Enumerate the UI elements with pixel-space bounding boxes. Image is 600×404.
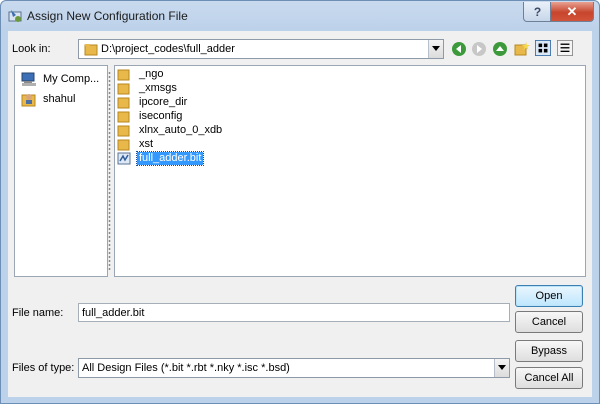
places-sidebar: My Comp... shahul: [14, 65, 108, 277]
back-icon[interactable]: [451, 41, 467, 57]
chevron-down-icon: [432, 46, 440, 51]
place-my-computer[interactable]: My Comp...: [21, 70, 99, 88]
user-folder-icon: [21, 94, 36, 107]
file-name: _xmsgs: [139, 82, 177, 94]
bypass-button-label: Bypass: [530, 345, 568, 357]
dialog-window: Assign New Configuration File ? ✕ Look i…: [0, 0, 600, 404]
file-name: xlnx_auto_0_xdb: [139, 124, 223, 136]
open-button[interactable]: Open: [515, 285, 583, 307]
look-in-dropdown-button[interactable]: [428, 40, 443, 58]
files-of-type-dropdown-button[interactable]: [494, 359, 509, 377]
forward-icon[interactable]: [471, 41, 487, 57]
cancel-all-button-label: Cancel All: [524, 372, 574, 384]
dialog-body: Look in: D:\project_codes\full_adder My …: [8, 31, 592, 397]
files-of-type-combo[interactable]: All Design Files (*.bit *.rbt *.nky *.is…: [78, 358, 510, 378]
look-in-label: Look in:: [12, 43, 51, 55]
list-item[interactable]: xlnx_auto_0_xdb: [117, 124, 224, 137]
file-list: _ngo _xmsgs ipcore_dir iseconfig xlnx_au…: [114, 65, 586, 277]
files-of-type-value: All Design Files (*.bit *.rbt *.nky *.is…: [82, 362, 290, 374]
folder-icon: [84, 44, 98, 56]
list-item[interactable]: _xmsgs: [117, 82, 179, 95]
cancel-button-label: Cancel: [531, 316, 567, 328]
place-shahul[interactable]: shahul: [21, 90, 75, 108]
list-item[interactable]: _ngo: [117, 68, 165, 81]
files-of-type-label: Files of type:: [12, 362, 75, 374]
place-label: My Comp...: [43, 73, 100, 85]
folder-icon: [117, 83, 130, 95]
folder-icon: [117, 97, 130, 109]
help-button[interactable]: ?: [523, 2, 552, 22]
window-title: Assign New Configuration File: [27, 9, 188, 23]
file-name: xst: [139, 138, 154, 150]
cancel-all-button[interactable]: Cancel All: [515, 367, 583, 389]
folder-icon: [117, 125, 130, 137]
title-bar[interactable]: Assign New Configuration File ? ✕: [1, 1, 599, 31]
close-icon: ✕: [566, 3, 578, 19]
bitfile-icon: [117, 152, 131, 165]
new-folder-icon[interactable]: [514, 41, 530, 57]
file-name: full_adder.bit: [135, 151, 205, 166]
bypass-button[interactable]: Bypass: [515, 340, 583, 362]
file-name: ipcore_dir: [139, 96, 188, 108]
close-button[interactable]: ✕: [550, 2, 594, 22]
computer-icon: [21, 72, 36, 86]
detail-view-icon[interactable]: [557, 40, 573, 56]
file-name-value: full_adder.bit: [82, 307, 145, 319]
folder-icon: [117, 139, 130, 151]
folder-icon: [117, 111, 130, 123]
look-in-combo[interactable]: D:\project_codes\full_adder: [78, 39, 444, 59]
app-icon: [8, 10, 22, 22]
file-name-label: File name:: [12, 307, 64, 319]
folder-icon: [117, 69, 130, 81]
file-name: _ngo: [139, 68, 164, 80]
look-in-path: D:\project_codes\full_adder: [101, 43, 235, 55]
list-item[interactable]: ipcore_dir: [117, 96, 189, 109]
list-view-icon[interactable]: [535, 40, 551, 56]
list-item[interactable]: xst: [117, 138, 155, 151]
list-item-selected[interactable]: full_adder.bit: [117, 151, 205, 166]
list-item[interactable]: iseconfig: [117, 110, 184, 123]
up-folder-icon[interactable]: [492, 41, 508, 57]
file-name-input[interactable]: full_adder.bit: [78, 303, 510, 322]
help-icon: ?: [533, 4, 542, 19]
chevron-down-icon: [498, 365, 506, 370]
place-label: shahul: [43, 93, 76, 105]
open-button-label: Open: [535, 290, 563, 302]
splitter-handle[interactable]: [108, 71, 111, 271]
cancel-button[interactable]: Cancel: [515, 311, 583, 333]
file-name: iseconfig: [139, 110, 183, 122]
